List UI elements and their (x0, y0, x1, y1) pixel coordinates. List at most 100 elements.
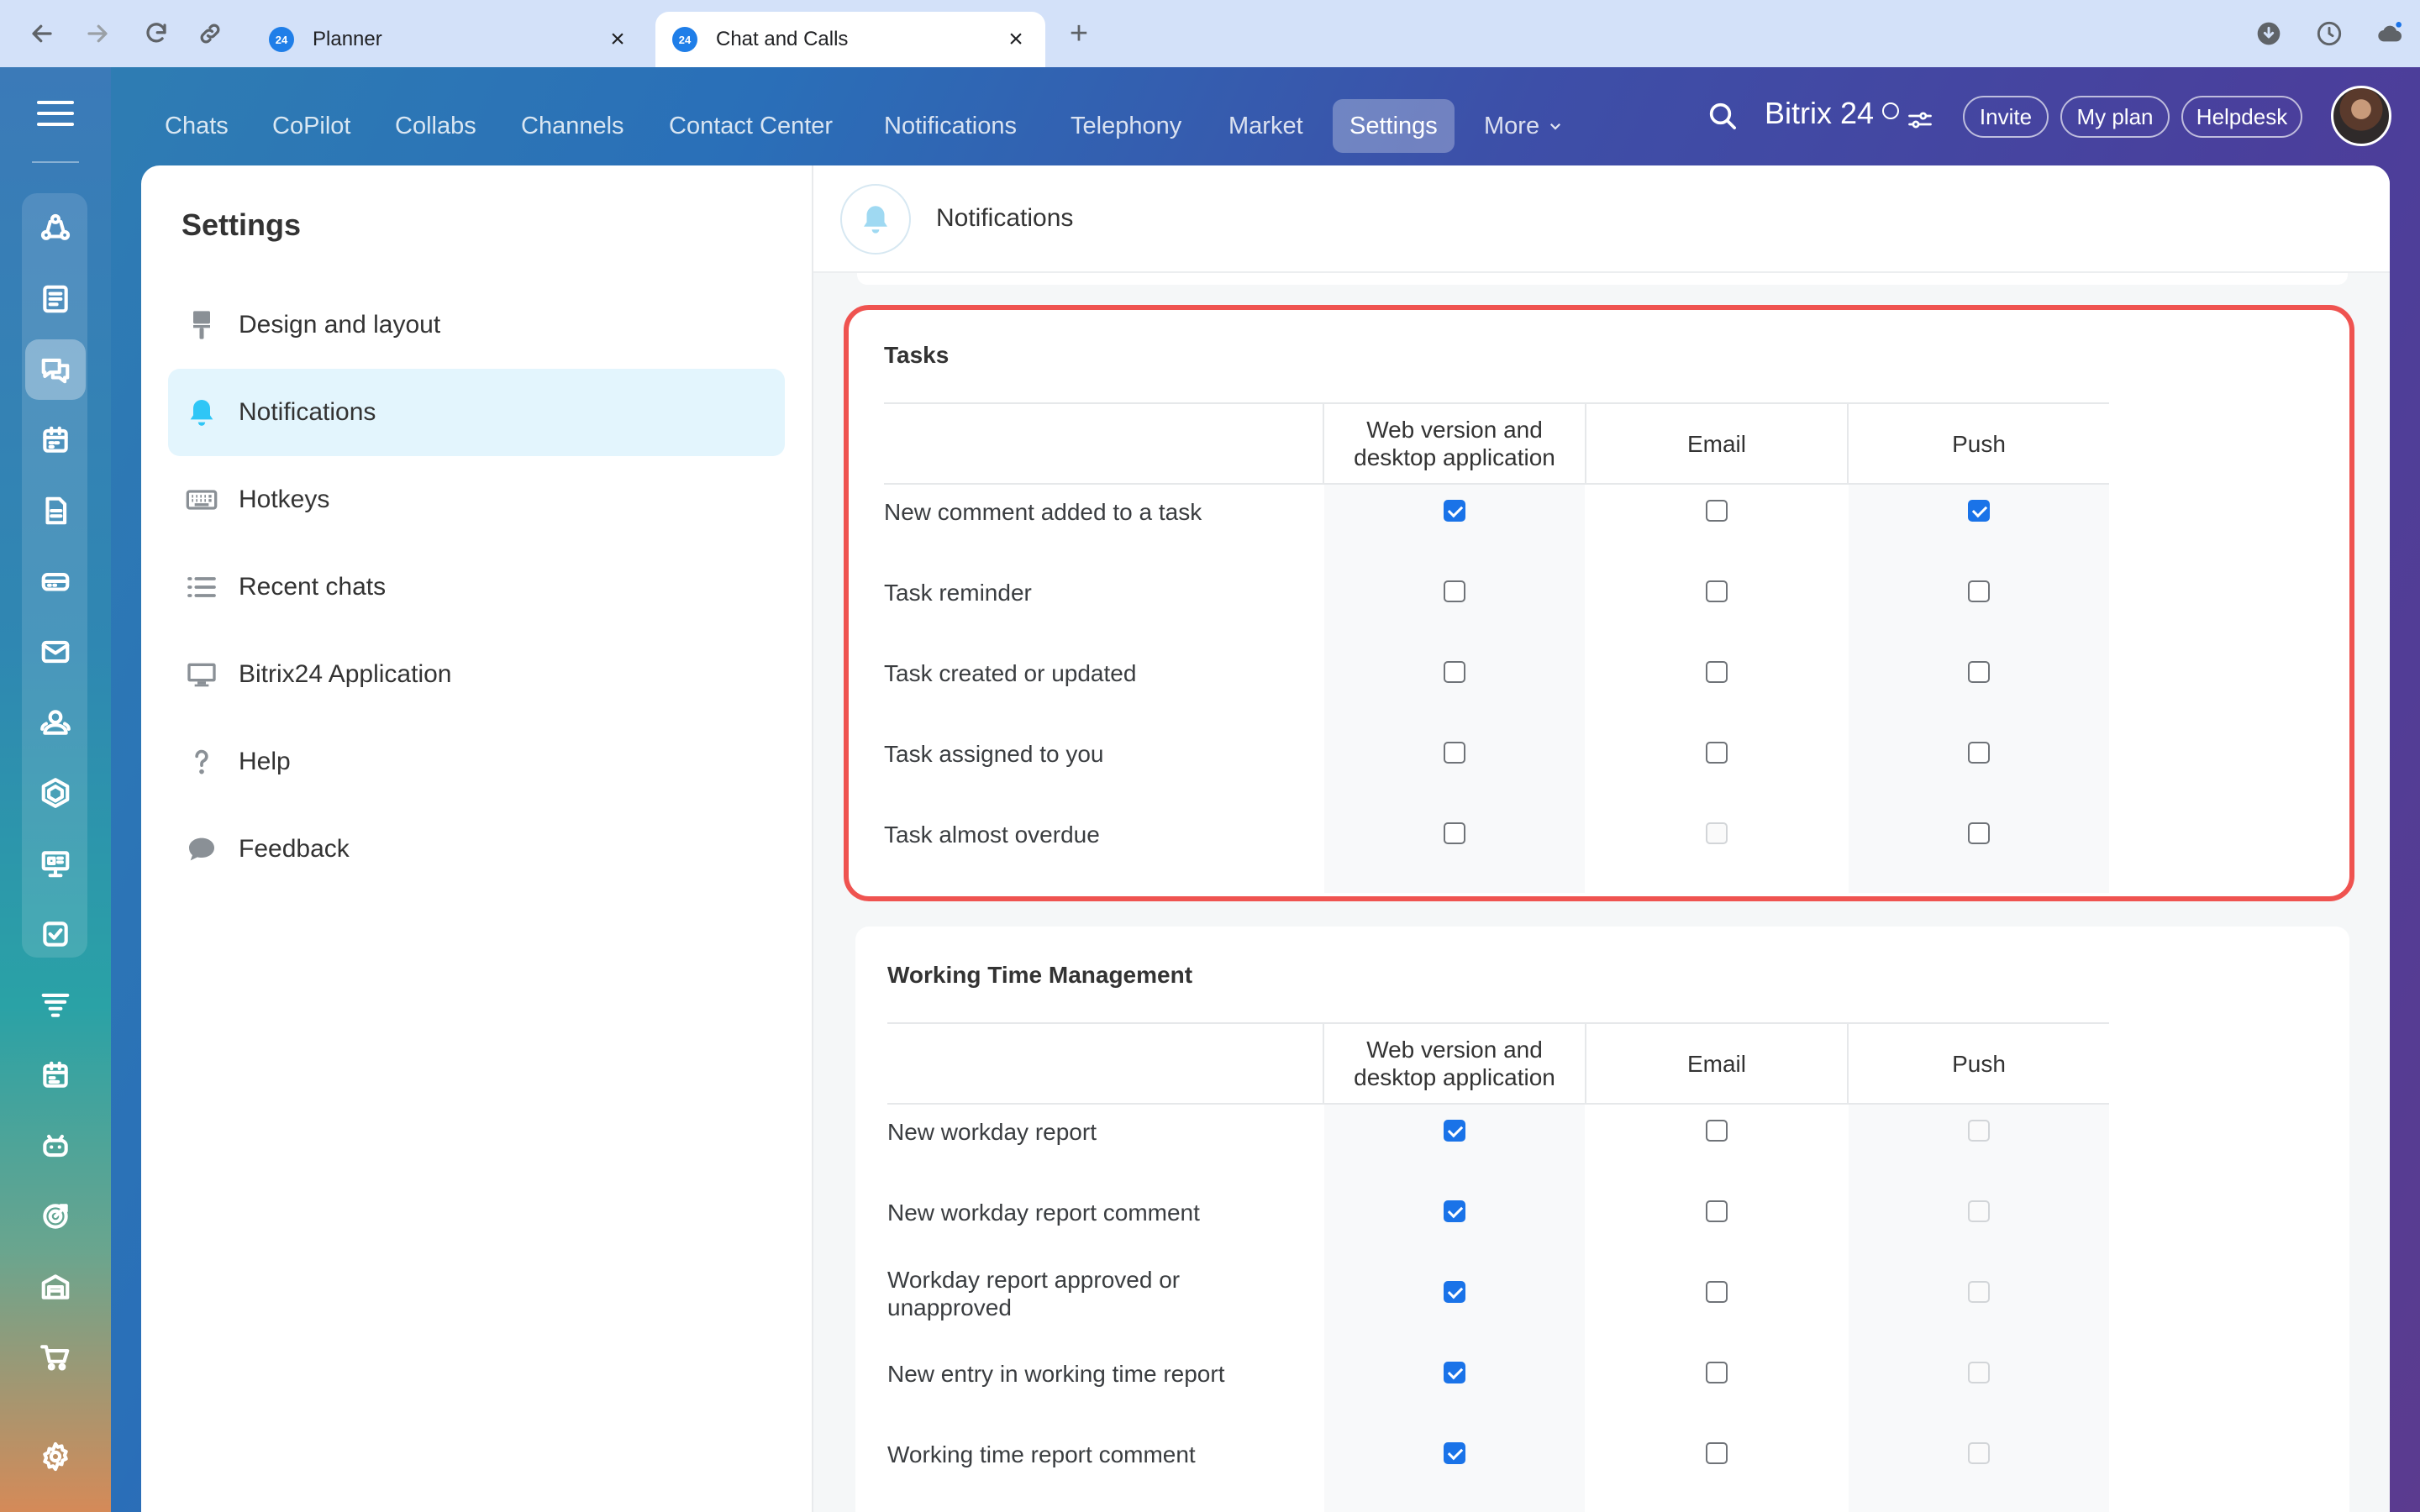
checkbox[interactable] (1706, 1362, 1728, 1383)
row-label: Working time report comment (887, 1441, 1196, 1467)
keyboard-icon (186, 490, 218, 510)
avatar[interactable] (2331, 86, 2391, 146)
close-icon[interactable]: × (605, 27, 630, 52)
nav-market[interactable]: Market (1212, 99, 1320, 153)
nav-chats[interactable]: Chats (148, 99, 245, 153)
forward-icon[interactable] (81, 17, 114, 50)
back-icon[interactable] (25, 17, 59, 50)
invite-button[interactable]: Invite (1963, 96, 2049, 138)
checkbox[interactable] (1706, 1120, 1728, 1142)
checkbox[interactable] (1444, 742, 1465, 764)
checkbox[interactable] (1444, 1442, 1465, 1464)
checkbox[interactable] (1444, 500, 1465, 522)
chevron-down-icon (1550, 123, 1561, 130)
checkbox[interactable] (1706, 742, 1728, 764)
checkbox[interactable] (1706, 1442, 1728, 1464)
paint-brush-icon (193, 311, 210, 339)
crm-funnel-icon[interactable] (25, 974, 86, 1035)
checkbox[interactable] (1968, 500, 1990, 522)
nav-settings[interactable]: Settings (1333, 99, 1455, 153)
settings-item-notifications[interactable]: Notifications (168, 369, 785, 456)
feed-icon[interactable] (25, 269, 86, 329)
checkbox (1968, 1442, 1990, 1464)
checkbox[interactable] (1444, 1281, 1465, 1303)
settings-item-label: Recent chats (239, 573, 387, 601)
nav-more[interactable]: More (1467, 99, 1580, 153)
download-icon[interactable] (2252, 17, 2286, 50)
bitrix-favicon-icon: 24 (269, 27, 294, 52)
checkbox[interactable] (1706, 1200, 1728, 1222)
nav-collabs[interactable]: Collabs (378, 99, 493, 153)
checkbox[interactable] (1968, 822, 1990, 844)
presentation-icon[interactable] (25, 833, 86, 894)
settings-item-label: Hotkeys (239, 486, 330, 513)
drive-icon[interactable] (25, 551, 86, 612)
warehouse-icon[interactable] (25, 1257, 86, 1317)
calendar-icon[interactable] (25, 410, 86, 470)
checkbox[interactable] (1968, 742, 1990, 764)
browser-tab-chat-and-calls[interactable]: 24 Chat and Calls × (655, 12, 1045, 67)
checkbox[interactable] (1706, 661, 1728, 683)
nav-contact-center[interactable]: Contact Center (652, 99, 850, 153)
column-header-email: Email (1686, 1050, 1746, 1077)
close-icon[interactable]: × (1003, 27, 1028, 52)
checkbox[interactable] (1706, 580, 1728, 602)
history-icon[interactable] (2312, 17, 2346, 50)
bell-icon (190, 400, 213, 426)
checkbox[interactable] (1706, 1281, 1728, 1303)
checkbox[interactable] (1444, 1120, 1465, 1142)
cloud-icon[interactable] (2373, 17, 2407, 50)
checkbox[interactable] (1444, 661, 1465, 683)
settings-item-bitrix24-application[interactable]: Bitrix24 Application (168, 631, 785, 718)
checkbox[interactable] (1444, 580, 1465, 602)
collaboration-icon[interactable] (25, 198, 86, 259)
settings-item-hotkeys[interactable]: Hotkeys (168, 456, 785, 543)
checkbox[interactable] (1444, 1200, 1465, 1222)
brand-logo[interactable]: Bitrix 24 (1765, 96, 1874, 131)
shop-cart-icon[interactable] (25, 1327, 86, 1388)
nav-channels[interactable]: Channels (504, 99, 641, 153)
checkbox[interactable] (1706, 500, 1728, 522)
target-icon[interactable] (25, 1186, 86, 1247)
link-icon[interactable] (193, 17, 227, 50)
checkbox[interactable] (1444, 1362, 1465, 1383)
checkbox (1968, 1362, 1990, 1383)
search-icon[interactable] (1706, 99, 1739, 133)
row-label: Task assigned to you (884, 741, 1104, 767)
checkbox[interactable] (1444, 822, 1465, 844)
gear-icon[interactable] (25, 1426, 86, 1487)
table-divider (884, 483, 2109, 485)
settings-item-recent-chats[interactable]: Recent chats (168, 543, 785, 631)
nav-notifications[interactable]: Notifications (867, 99, 1034, 153)
tab-title: Chat and Calls (716, 28, 849, 50)
robot-icon[interactable] (25, 1116, 86, 1176)
menu-icon[interactable] (37, 101, 74, 131)
settings-item-help[interactable]: Help (168, 718, 785, 806)
previous-section-edge (857, 273, 2348, 285)
checkbox[interactable] (1968, 580, 1990, 602)
tasks-icon[interactable] (25, 904, 86, 964)
hexagon-icon[interactable] (25, 763, 86, 823)
settings-item-feedback[interactable]: Feedback (168, 806, 785, 893)
checkbox[interactable] (1968, 661, 1990, 683)
booking-icon[interactable] (25, 1045, 86, 1105)
helpdesk-button[interactable]: Helpdesk (2181, 96, 2302, 138)
row-label: New entry in working time report (887, 1361, 1225, 1387)
speech-bubble-icon (189, 837, 214, 861)
documents-icon[interactable] (25, 480, 86, 541)
nav-copilot[interactable]: CoPilot (255, 99, 368, 153)
my-plan-button[interactable]: My plan (2060, 96, 2170, 138)
browser-tab-planner[interactable]: 24 Planner × (252, 12, 647, 67)
chats-icon[interactable] (25, 339, 86, 400)
app-sidebar (0, 67, 111, 1512)
reload-icon[interactable] (139, 17, 173, 50)
settings-item-design-and-layout[interactable]: Design and layout (168, 281, 785, 369)
employees-icon[interactable] (25, 692, 86, 753)
row-label: New comment added to a task (884, 499, 1202, 525)
nav-telephony[interactable]: Telephony (1054, 99, 1198, 153)
sliders-icon[interactable] (1907, 109, 1933, 131)
mail-icon[interactable] (25, 622, 86, 682)
bitrix-app: Chats CoPilot Collabs Channels Contact C… (0, 67, 2420, 1512)
settings-item-label: Help (239, 748, 291, 775)
new-tab-button[interactable]: + (1060, 15, 1097, 52)
